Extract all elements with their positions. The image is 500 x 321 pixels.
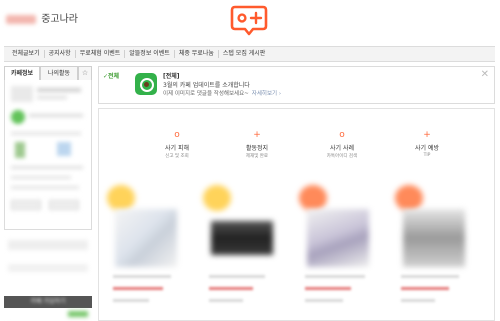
menu-item-free-trial-event[interactable]: 무료체험 이벤트 [76, 50, 126, 58]
category-title: 사기 사례 [330, 145, 354, 152]
sidebar-blurred-row [8, 240, 88, 250]
product-title-line [401, 275, 459, 278]
sidebar-blurred-row [8, 264, 88, 272]
product-badge [395, 185, 423, 211]
product-price-line [113, 287, 163, 290]
circle-icon: o [339, 130, 345, 140]
product-meta-line [113, 299, 149, 302]
product-badge [107, 185, 135, 211]
product-meta-line [305, 299, 343, 302]
tab-my-activity[interactable]: 나의활동 [40, 66, 78, 80]
notice-banner[interactable]: ✓전체 [전체] 3월의 카페 업데이트를 소개합니다 이제 이미지로 댓글을 … [98, 66, 495, 104]
cafe-url-line [11, 186, 79, 189]
favorite-star-icon[interactable]: ☆ [78, 66, 92, 80]
category-fraud-prevention[interactable]: + 사기 예방 TIP [387, 130, 467, 159]
cafe-grade-icon [11, 110, 25, 124]
product-badge [203, 185, 231, 211]
cafe-title-blurred [6, 14, 36, 24]
cafe-page: 중고나라 전체글보기 공지사항 무료체험 이벤트 알뜰정보 이벤트 체중 무료나… [0, 0, 500, 321]
notice-title: [전체] [163, 73, 180, 80]
category-title: 사기 피해 [165, 145, 189, 152]
product-image [115, 209, 177, 267]
product-title-line [113, 275, 171, 278]
category-activity-ban[interactable]: + 활동정지 제재및 완료 [217, 130, 297, 160]
cafe-header: 중고나라 [0, 0, 500, 42]
cafe-title[interactable]: 중고나라 [6, 10, 78, 25]
plus-icon: + [423, 130, 431, 140]
manager-name-line [37, 88, 81, 92]
product-card[interactable] [297, 179, 373, 314]
product-card[interactable] [393, 179, 469, 314]
category-fraud-cases[interactable]: o 사기 사례 카톡아이디 검색 [302, 130, 382, 160]
sidebar-tabs: 카페정보 나의활동 ☆ [4, 66, 92, 80]
menu-bar: 전체글보기 공지사항 무료체험 이벤트 알뜰정보 이벤트 체중 무료나눔 스텝 … [4, 46, 495, 62]
menu-item-all-posts[interactable]: 전체글보기 [8, 50, 45, 58]
main-content: o 사기 피해 신고 및 조회 + 활동정지 제재및 완료 o 사기 사례 카톡… [98, 108, 495, 321]
menu-item-notice[interactable]: 공지사항 [45, 50, 76, 58]
category-subtitle: TIP [423, 153, 431, 158]
product-price-line [401, 287, 449, 290]
plus-icon: + [253, 130, 261, 140]
member-count-line [11, 166, 83, 169]
category-fraud-report[interactable]: o 사기 피해 신고 및 조회 [137, 130, 217, 160]
product-price-line [209, 287, 253, 290]
product-image [307, 209, 369, 267]
sidebar-cafe-info-panel [4, 80, 92, 230]
circle-icon: o [174, 130, 180, 140]
sidebar-green-badge [68, 311, 88, 317]
cafe-rank-icon [15, 142, 25, 158]
cafe-join-button[interactable]: 카페 가입하기 [4, 296, 92, 308]
product-card[interactable] [201, 179, 277, 314]
cafe-logo-icon[interactable] [229, 4, 269, 38]
menu-item-free-sharing[interactable]: 체중 무료나눔 [175, 50, 219, 58]
category-subtitle: 신고 및 조회 [165, 154, 189, 159]
category-subtitle: 카톡아이디 검색 [326, 154, 358, 159]
product-badge [299, 185, 327, 211]
notice-headline: 3월의 카페 업데이트를 소개합니다 [163, 82, 250, 89]
cafe-badge-icon [57, 142, 71, 156]
close-icon[interactable]: ✕ [481, 70, 489, 80]
notice-scope-label: ✓전체 [103, 73, 120, 80]
menu-item-deals-event[interactable]: 알뜰정보 이벤트 [125, 50, 175, 58]
product-image [211, 221, 273, 255]
product-price-line [305, 287, 351, 290]
notice-body-text: 이제 이미지로 댓글을 작성해보세요~ [163, 91, 249, 97]
cafe-app-icon [135, 73, 157, 95]
product-image [403, 209, 465, 267]
category-subtitle: 제재및 완료 [245, 154, 269, 159]
manager-meta-line [37, 96, 67, 99]
cafe-action-button[interactable] [11, 200, 41, 210]
category-title: 활동정지 [245, 145, 269, 152]
menu-item-staff-recruiting[interactable]: 스텝 모집 게시판 [219, 50, 269, 58]
product-title-line [209, 275, 265, 278]
tab-cafe-info[interactable]: 카페정보 [4, 66, 40, 80]
cafe-manager-avatar [11, 86, 33, 102]
category-shortcuts: o 사기 피해 신고 및 조회 + 활동정지 제재및 완료 o 사기 사례 카톡… [137, 131, 467, 163]
cafe-grade-line [29, 114, 83, 117]
notice-more-link[interactable]: 자세히보기 › [252, 91, 281, 97]
invite-line [11, 176, 71, 179]
product-title-line [305, 275, 365, 278]
cafe-info-line [11, 132, 81, 135]
cafe-title-text: 중고나라 [41, 14, 78, 25]
product-card[interactable] [105, 179, 181, 314]
category-title: 사기 예방 [415, 145, 439, 152]
notice-body: 이제 이미지로 댓글을 작성해보세요~ 자세히보기 › [163, 89, 281, 97]
product-meta-line [209, 299, 243, 302]
cafe-chat-button[interactable] [49, 200, 79, 210]
product-meta-line [401, 299, 435, 302]
sidebar: 카페정보 나의활동 ☆ 카페 가입하기 [4, 66, 92, 321]
